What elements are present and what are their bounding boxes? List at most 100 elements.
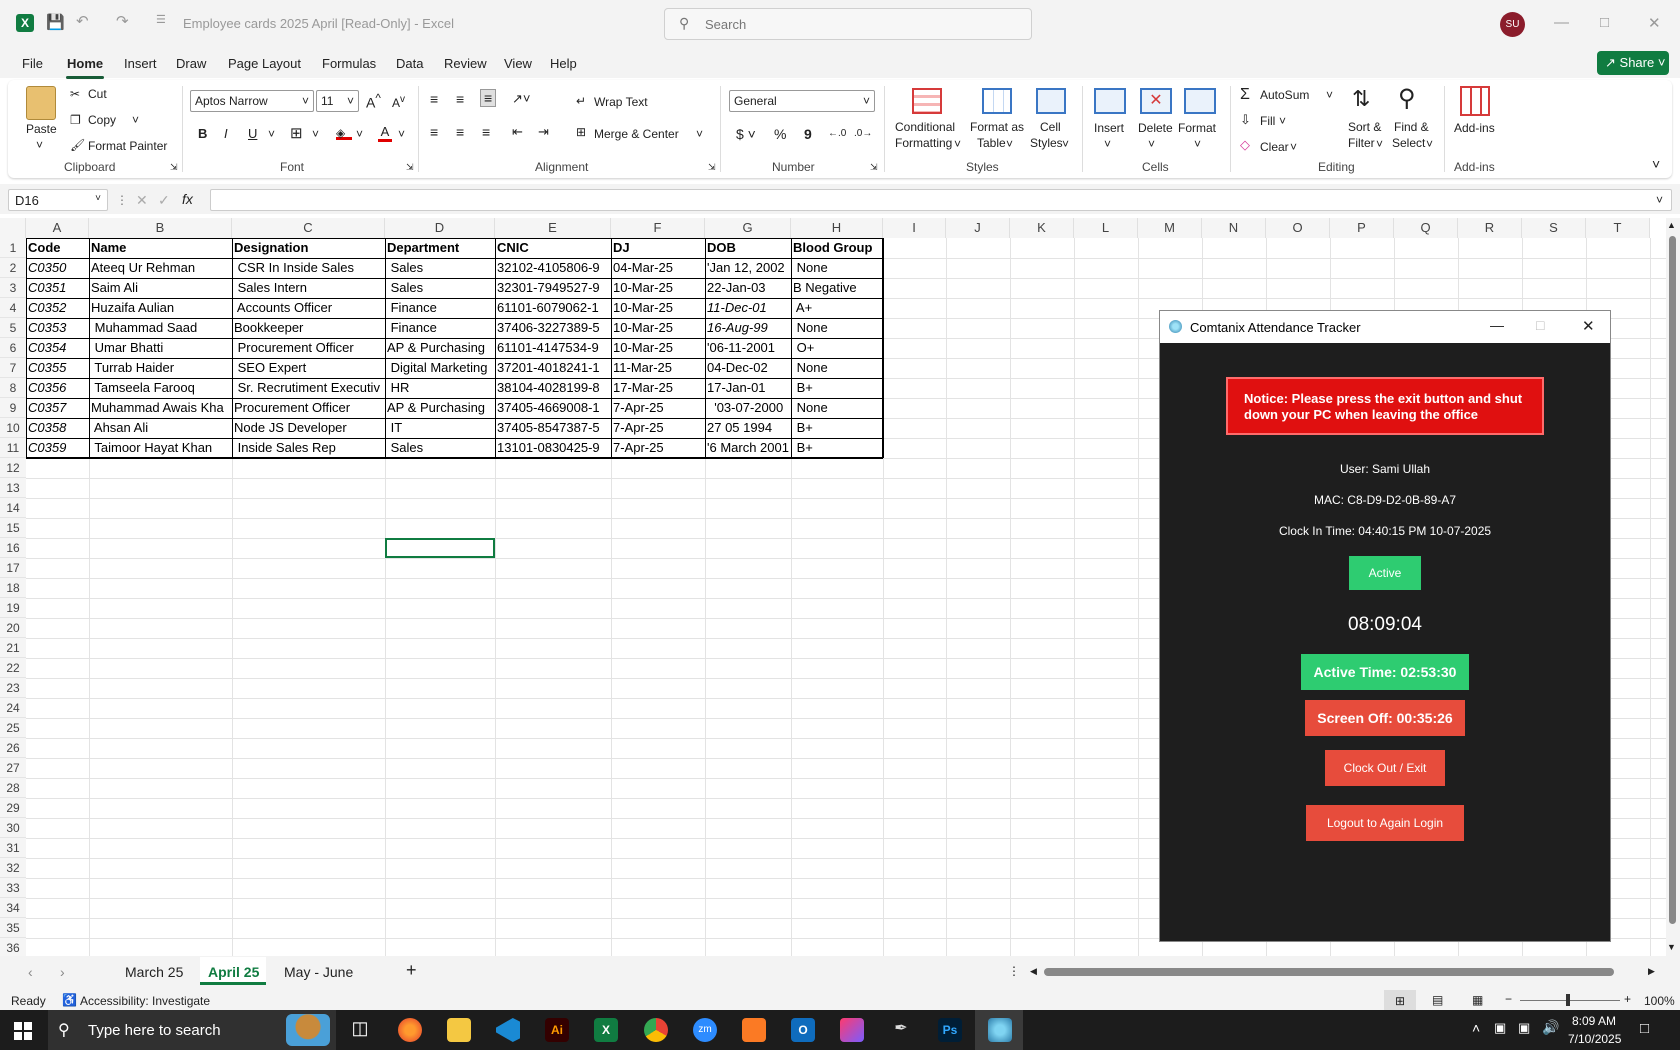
table-cell[interactable]: 7-Apr-25 <box>611 418 705 438</box>
table-cell[interactable]: B+ <box>791 438 883 458</box>
zoom-level[interactable]: 100% <box>1644 994 1675 1008</box>
row-header[interactable]: 36 <box>0 938 26 956</box>
row-header[interactable]: 29 <box>0 798 26 818</box>
find-select-label-2[interactable]: Select <box>1392 136 1425 150</box>
fill-button[interactable]: Fill <box>1260 114 1275 128</box>
clear-icon[interactable]: ◇ <box>1240 137 1250 153</box>
table-cell[interactable]: 16-Aug-99 <box>705 318 791 338</box>
zoom-app-icon[interactable]: zm <box>693 1018 717 1042</box>
add-ins-icon[interactable] <box>1460 86 1490 116</box>
table-cell[interactable]: 61101-6079062-1 <box>495 298 611 318</box>
font-color-icon[interactable]: A <box>378 124 392 142</box>
save-icon[interactable]: 💾 <box>46 13 65 31</box>
table-cell[interactable]: Sales Intern <box>232 278 385 298</box>
copy-dropdown-icon[interactable]: ˅ <box>132 113 139 127</box>
row-header[interactable]: 35 <box>0 918 26 938</box>
table-dropdown-icon[interactable]: ˅ <box>1006 137 1013 151</box>
delete-cells-icon[interactable]: ✕ <box>1140 88 1172 114</box>
row-header[interactable]: 10 <box>0 418 26 438</box>
format-cells-icon[interactable] <box>1184 88 1216 114</box>
table-cell[interactable]: B+ <box>791 418 883 438</box>
scroll-up-icon[interactable]: ▲ <box>1667 220 1676 230</box>
table-cell[interactable]: C0359 <box>26 438 89 458</box>
row-header[interactable]: 17 <box>0 558 26 578</box>
fill-dropdown-icon[interactable]: ˅ <box>1279 114 1286 128</box>
horizontal-scroll-thumb[interactable] <box>1044 968 1614 976</box>
percent-icon[interactable]: % <box>774 126 786 142</box>
underline-dropdown-icon[interactable]: ˅ <box>268 127 275 141</box>
dialog-minimize-icon[interactable]: — <box>1490 317 1504 333</box>
format-as-table-label[interactable]: Format as <box>970 120 1024 134</box>
insert-cells-button[interactable]: Insert <box>1094 121 1124 135</box>
table-cell[interactable]: 10-Mar-25 <box>611 298 705 318</box>
decrease-decimal-icon[interactable]: .0→ <box>854 128 872 139</box>
pen-tool-icon[interactable]: ✒ <box>889 1018 913 1042</box>
name-box[interactable]: D16 ˅ <box>8 189 108 211</box>
row-header[interactable]: 13 <box>0 478 26 498</box>
row-header[interactable]: 7 <box>0 358 26 378</box>
align-bottom-icon[interactable]: ≡ <box>480 89 497 107</box>
align-top-icon[interactable]: ≡ <box>430 91 438 107</box>
xampp-icon[interactable] <box>742 1018 766 1042</box>
task-view-icon[interactable]: ◫ <box>348 1018 372 1042</box>
sort-filter-icon[interactable]: ⇅ <box>1352 86 1370 112</box>
clear-dropdown-icon[interactable]: ˅ <box>1290 140 1297 154</box>
font-launcher-icon[interactable]: ⇲ <box>406 162 414 173</box>
merge-center-button[interactable]: Merge & Center <box>594 127 679 141</box>
table-cell[interactable]: Tamseela Farooq <box>89 378 232 398</box>
row-header[interactable]: 22 <box>0 658 26 678</box>
row-header[interactable]: 16 <box>0 538 26 558</box>
table-cell[interactable]: C0353 <box>26 318 89 338</box>
table-cell[interactable]: B Negative <box>791 278 883 298</box>
autosum-button[interactable]: AutoSum <box>1260 88 1309 102</box>
format-dropdown-icon[interactable]: ˅ <box>1194 137 1201 151</box>
table-cell[interactable]: None <box>791 398 883 418</box>
table-cell[interactable]: SEO Expert <box>232 358 385 378</box>
insert-cells-icon[interactable] <box>1094 88 1126 114</box>
page-break-view-icon[interactable]: ▦ <box>1472 993 1483 1007</box>
format-painter-icon[interactable]: 🖌 <box>70 138 85 152</box>
dialog-close-icon[interactable]: ✕ <box>1582 317 1595 335</box>
table-header-cell[interactable]: DOB <box>705 238 791 258</box>
row-header[interactable]: 30 <box>0 818 26 838</box>
increase-font-icon[interactable]: A^ <box>366 92 381 111</box>
clipboard-launcher-icon[interactable]: ⇲ <box>170 162 178 173</box>
outlook-icon[interactable]: O <box>791 1018 815 1042</box>
column-header[interactable]: L <box>1074 218 1138 238</box>
sort-dropdown-icon[interactable]: ˅ <box>1376 137 1383 151</box>
column-header[interactable]: C <box>232 218 385 238</box>
row-header[interactable]: 27 <box>0 758 26 778</box>
font-color-dropdown-icon[interactable]: ˅ <box>398 127 405 141</box>
row-header[interactable]: 8 <box>0 378 26 398</box>
column-header[interactable]: P <box>1330 218 1394 238</box>
column-header[interactable]: M <box>1138 218 1202 238</box>
table-cell[interactable]: 11-Dec-01 <box>705 298 791 318</box>
tray-app-icon[interactable]: ▣ <box>1494 1020 1506 1036</box>
autosum-icon[interactable]: Σ <box>1240 86 1250 104</box>
tab-page-layout[interactable]: Page Layout <box>228 56 301 71</box>
wrap-text-icon[interactable]: ↵ <box>576 94 586 108</box>
tab-file[interactable]: File <box>22 56 43 71</box>
align-middle-icon[interactable]: ≡ <box>456 91 464 107</box>
table-cell[interactable]: 17-Mar-25 <box>611 378 705 398</box>
column-header[interactable]: D <box>385 218 495 238</box>
column-header[interactable]: K <box>1010 218 1074 238</box>
row-header[interactable]: 4 <box>0 298 26 318</box>
table-cell[interactable]: Umar Bhatti <box>89 338 232 358</box>
tab-view[interactable]: View <box>504 56 532 71</box>
tab-review[interactable]: Review <box>444 56 487 71</box>
align-center-icon[interactable]: ≡ <box>456 124 464 140</box>
wrap-text-button[interactable]: Wrap Text <box>594 95 648 109</box>
expand-formula-icon[interactable]: ˅ <box>1656 193 1663 207</box>
column-header[interactable]: B <box>89 218 232 238</box>
row-header[interactable]: 15 <box>0 518 26 538</box>
table-cell[interactable]: Saim Ali <box>89 278 232 298</box>
table-cell[interactable]: Bookkeeper <box>232 318 385 338</box>
table-cell[interactable]: CSR In Inside Sales <box>232 258 385 278</box>
accessibility-icon[interactable]: ♿ <box>62 993 77 1007</box>
row-header[interactable]: 14 <box>0 498 26 518</box>
row-header[interactable]: 20 <box>0 618 26 638</box>
sort-filter-label-2[interactable]: Filter <box>1348 136 1375 150</box>
table-cell[interactable]: 32301-7949527-9 <box>495 278 611 298</box>
underline-icon[interactable]: U <box>248 126 257 141</box>
